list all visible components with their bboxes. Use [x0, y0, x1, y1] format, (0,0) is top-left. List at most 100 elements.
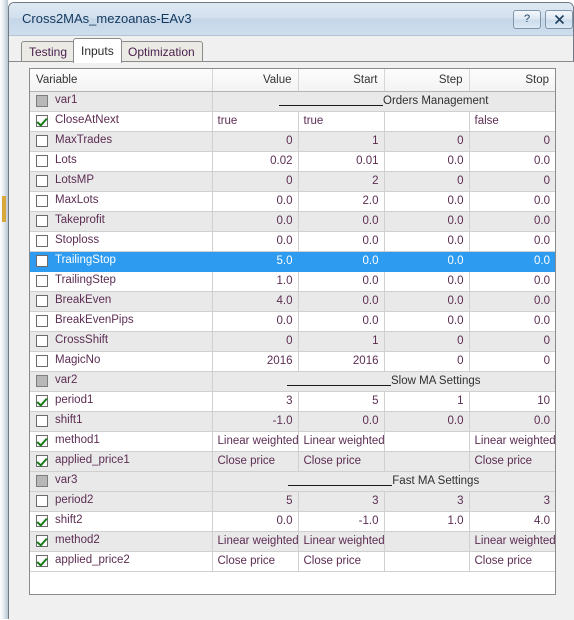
- inputs-table-container[interactable]: Variable Value Start Step Stop var1 Order…: [29, 68, 556, 595]
- column-header-start[interactable]: Start: [298, 69, 385, 92]
- cell-value[interactable]: 1.0: [212, 271, 299, 292]
- cell-stop[interactable]: 4.0: [469, 511, 555, 532]
- cell-value[interactable]: 0.0: [212, 211, 299, 232]
- cell-step[interactable]: 0: [384, 131, 470, 152]
- cell-value[interactable]: Linear weighted: [212, 531, 299, 552]
- cell-start[interactable]: Close price: [298, 551, 385, 572]
- checkbox-BreakEven[interactable]: [36, 295, 48, 307]
- cell-stop[interactable]: 0.0: [469, 411, 555, 432]
- cell-step[interactable]: [384, 431, 470, 452]
- table-row[interactable]: shift2 0.0 -1.0 1.0 4.0: [30, 511, 555, 532]
- table-row[interactable]: MaxLots 0.0 2.0 0.0 0.0: [30, 191, 555, 212]
- checkbox-CrossShift[interactable]: [36, 335, 48, 347]
- cell-stop[interactable]: 0.0: [469, 311, 555, 332]
- checkbox-TrailingStop[interactable]: [36, 255, 48, 267]
- cell-start[interactable]: 0.0: [298, 271, 385, 292]
- tab-inputs[interactable]: Inputs: [73, 38, 122, 63]
- cell-value[interactable]: 0: [212, 131, 299, 152]
- cell-value[interactable]: true: [212, 111, 299, 132]
- table-row[interactable]: CloseAtNext true true false: [30, 111, 555, 132]
- cell-value[interactable]: 3: [212, 391, 299, 412]
- cell-step[interactable]: 0.0: [384, 411, 470, 432]
- table-row[interactable]: Lots 0.02 0.01 0.0 0.0: [30, 151, 555, 172]
- checkbox-MaxLots[interactable]: [36, 195, 48, 207]
- cell-step[interactable]: 0.0: [384, 211, 470, 232]
- cell-start[interactable]: 1: [298, 331, 385, 352]
- cell-stop[interactable]: 0: [469, 351, 555, 372]
- cell-start[interactable]: 2.0: [298, 191, 385, 212]
- tab-testing[interactable]: Testing: [21, 41, 76, 62]
- checkbox-period1[interactable]: [36, 395, 48, 407]
- table-row[interactable]: var3 Fast MA Settings: [30, 471, 555, 492]
- checkbox-Stoploss[interactable]: [36, 235, 48, 247]
- cell-variable[interactable]: LotsMP: [30, 171, 213, 192]
- table-row[interactable]: BreakEvenPips 0.0 0.0 0.0 0.0: [30, 311, 555, 332]
- cell-step[interactable]: 0: [384, 171, 470, 192]
- cell-start[interactable]: 0.0: [298, 291, 385, 312]
- cell-value[interactable]: 0.02: [212, 151, 299, 172]
- cell-variable[interactable]: BreakEvenPips: [30, 311, 213, 332]
- checkbox-TrailingStep[interactable]: [36, 275, 48, 287]
- cell-variable[interactable]: Takeprofit: [30, 211, 213, 232]
- cell-start[interactable]: 1: [298, 131, 385, 152]
- cell-variable[interactable]: TrailingStep: [30, 271, 213, 292]
- checkbox-Takeprofit[interactable]: [36, 215, 48, 227]
- table-row[interactable]: Stoploss 0.0 0.0 0.0 0.0: [30, 231, 555, 252]
- table-row[interactable]: MagicNo 2016 2016 0 0: [30, 351, 555, 372]
- cell-stop[interactable]: 10: [469, 391, 555, 412]
- cell-variable[interactable]: BreakEven: [30, 291, 213, 312]
- cell-start[interactable]: Close price: [298, 451, 385, 472]
- cell-step[interactable]: 0: [384, 331, 470, 352]
- cell-start[interactable]: 5: [298, 391, 385, 412]
- cell-start[interactable]: Linear weighted: [298, 531, 385, 552]
- cell-variable[interactable]: MaxTrades: [30, 131, 213, 152]
- cell-value[interactable]: 0: [212, 331, 299, 352]
- column-header-stop[interactable]: Stop: [469, 69, 555, 92]
- cell-start[interactable]: 0.0: [298, 231, 385, 252]
- cell-stop[interactable]: 0.0: [469, 191, 555, 212]
- checkbox-applied_price1[interactable]: [36, 455, 48, 467]
- table-row[interactable]: CrossShift 0 1 0 0: [30, 331, 555, 352]
- table-row[interactable]: LotsMP 0 2 0 0: [30, 171, 555, 192]
- cell-step[interactable]: 0.0: [384, 151, 470, 172]
- cell-value[interactable]: Close price: [212, 451, 299, 472]
- cell-start[interactable]: true: [298, 111, 385, 132]
- cell-value[interactable]: Close price: [212, 551, 299, 572]
- checkbox-MaxTrades[interactable]: [36, 135, 48, 147]
- cell-step[interactable]: 1.0: [384, 511, 470, 532]
- checkbox-method2[interactable]: [36, 535, 48, 547]
- table-row[interactable]: period1 3 5 1 10: [30, 391, 555, 412]
- cell-step[interactable]: 0.0: [384, 311, 470, 332]
- cell-variable[interactable]: TrailingStop: [30, 251, 213, 272]
- column-header-value[interactable]: Value: [212, 69, 299, 92]
- cell-variable[interactable]: CrossShift: [30, 331, 213, 352]
- column-header-step[interactable]: Step: [384, 69, 470, 92]
- checkbox-Lots[interactable]: [36, 155, 48, 167]
- cell-stop[interactable]: Linear weighted: [469, 431, 555, 452]
- cell-value[interactable]: 0.0: [212, 231, 299, 252]
- cell-start[interactable]: 2016: [298, 351, 385, 372]
- cell-start[interactable]: 0.01: [298, 151, 385, 172]
- cell-step[interactable]: [384, 551, 470, 572]
- table-row[interactable]: BreakEven 4.0 0.0 0.0 0.0: [30, 291, 555, 312]
- table-row[interactable]: period2 5 3 3 3: [30, 491, 555, 512]
- cell-start[interactable]: 0.0: [298, 311, 385, 332]
- cell-variable[interactable]: var3: [30, 471, 213, 492]
- cell-variable[interactable]: applied_price1: [30, 451, 213, 472]
- cell-variable[interactable]: method1: [30, 431, 213, 452]
- cell-step[interactable]: 0: [384, 351, 470, 372]
- cell-value[interactable]: -1.0: [212, 411, 299, 432]
- cell-step[interactable]: [384, 451, 470, 472]
- cell-step[interactable]: [384, 111, 470, 132]
- cell-variable[interactable]: period1: [30, 391, 213, 412]
- cell-stop[interactable]: 0.0: [469, 231, 555, 252]
- cell-step[interactable]: 0.0: [384, 251, 470, 272]
- cell-stop[interactable]: 0: [469, 131, 555, 152]
- cell-start[interactable]: 0.0: [298, 211, 385, 232]
- cell-variable[interactable]: shift1: [30, 411, 213, 432]
- tab-optimization[interactable]: Optimization: [120, 41, 203, 62]
- table-row[interactable]: TrailingStop 5.0 0.0 0.0 0.0: [30, 251, 555, 272]
- cell-variable[interactable]: MagicNo: [30, 351, 213, 372]
- checkbox-period2[interactable]: [36, 495, 48, 507]
- cell-step[interactable]: [384, 531, 470, 552]
